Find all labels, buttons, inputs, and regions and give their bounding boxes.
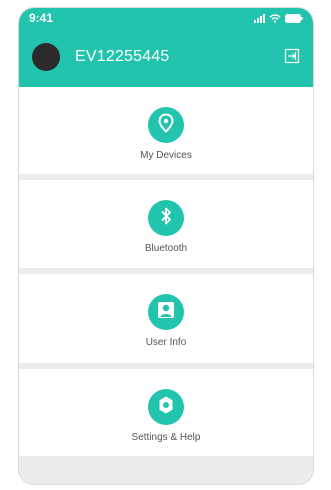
status-time: 9:41 [29, 11, 54, 25]
app-header: 9:41 EV12255445 [19, 8, 313, 87]
logout-button[interactable] [284, 48, 300, 64]
menu-item-label: My Devices [140, 150, 192, 161]
user-info-icon-badge [148, 294, 184, 330]
wifi-icon [269, 13, 281, 23]
menu-item-settings-help[interactable]: Settings & Help [19, 369, 313, 456]
menu-item-label: Bluetooth [144, 243, 188, 254]
menu-item-label: User Info [145, 337, 187, 348]
status-icons [254, 13, 303, 23]
logout-icon [284, 48, 300, 68]
avatar[interactable] [32, 43, 60, 71]
device-id: EV12255445 [75, 48, 170, 65]
settings-icon-badge [148, 389, 184, 425]
gear-icon [156, 395, 176, 420]
bluetooth-icon [159, 206, 173, 231]
user-icon [156, 300, 176, 325]
menu-item-label: Settings & Help [131, 432, 201, 443]
menu-item-my-devices[interactable]: My Devices [19, 87, 313, 174]
phone-frame: 9:41 EV12255445 My Devices Bluetooth Use… [18, 7, 314, 485]
status-bar: 9:41 [19, 8, 313, 30]
signal-icon [254, 13, 265, 23]
menu-item-user-info[interactable]: User Info [19, 274, 313, 363]
location-pin-icon [157, 112, 175, 138]
battery-icon [285, 13, 303, 23]
my-devices-icon-badge [148, 107, 184, 143]
menu-item-bluetooth[interactable]: Bluetooth [19, 180, 313, 268]
bluetooth-icon-badge [148, 200, 184, 236]
